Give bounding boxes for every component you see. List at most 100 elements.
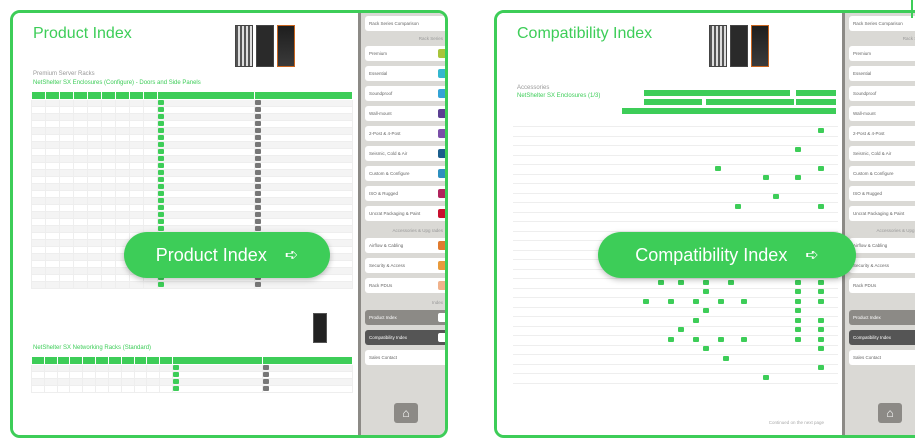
check-icon [262,386,269,391]
sidebar-item-index[interactable]: Product Index [849,310,915,325]
sidebar-item-series[interactable]: Uncrat Packaging & Paint [849,206,915,221]
compatibility-index-button[interactable]: Compatibility Index ➪ [598,232,856,278]
table-cell [86,106,102,114]
grid-row [513,374,838,384]
sidebar-item-series[interactable]: Custom & Configure [849,166,915,181]
table-cell [146,371,161,379]
table-cell [31,267,46,275]
sidebar-item-series[interactable]: Wall-mount [849,106,915,121]
section-subtitle: Premium Server Racks [33,71,95,77]
sidebar-item-rack-comparison[interactable]: Rack Series Comparison [365,16,445,31]
table-cell [31,253,46,261]
sidebar-item-accessory[interactable]: Rack PDUs [365,278,445,293]
table-cell [86,253,102,261]
table-cell [58,239,74,247]
table-cell [72,232,88,240]
table-row [31,141,353,149]
table-cell [254,148,353,156]
color-swatch [438,69,445,78]
sidebar-item-series[interactable]: Essential [849,66,915,81]
check-icon [157,191,164,196]
sidebar-item-index[interactable]: Product Index [365,310,445,325]
sidebar-item-series[interactable]: Premium [849,46,915,61]
grid-row [513,212,838,222]
sidebar-item-accessory[interactable]: Airflow & Cabling [849,238,915,253]
table-cell [254,106,353,114]
table-cell [114,134,130,142]
check-icon [255,191,262,196]
home-icon[interactable]: ⌂ [878,403,902,423]
sidebar-item-series[interactable]: Custom & Configure [365,166,445,181]
sidebar-item-contact[interactable]: Sales Contact [849,350,915,365]
sidebar-item-series[interactable]: ISO & Rugged [849,186,915,201]
sidebar-item-contact[interactable]: Sales Contact [365,350,445,365]
table-cell [44,260,60,268]
sidebar-item-accessory[interactable]: Security & Access [849,258,915,273]
check-icon [678,279,684,285]
check-icon [157,156,164,161]
sidebar-item-series[interactable]: Essential [365,66,445,81]
table-row [31,218,353,226]
table-cell [254,99,353,107]
table-cell [142,204,158,212]
table-cell [72,106,88,114]
table-cell [254,204,353,212]
index-icon [438,333,445,342]
grid-row [513,326,838,336]
table-cell [254,169,353,177]
table-cell [159,371,174,379]
sidebar-item-series[interactable]: Seismic, Cold & Air [849,146,915,161]
check-icon [255,121,262,126]
product-index-card[interactable]: Product Index Premium Server Racks NetSh… [10,10,448,438]
table-cell [100,211,116,219]
table-cell [72,127,88,135]
check-icon [741,298,747,304]
check-icon [255,177,262,182]
sidebar-item-index[interactable]: Compatibility Index [849,330,915,345]
table-cell [159,364,174,372]
sidebar-item-accessory[interactable]: Airflow & Cabling [365,238,445,253]
grid-row [513,307,838,317]
table-cell [100,99,116,107]
table-cell [114,281,130,289]
sidebar-item-series[interactable]: Seismic, Cold & Air [365,146,445,161]
sidebar-item-series[interactable]: ISO & Rugged [365,186,445,201]
table-header-cell [254,91,353,100]
product-index-button[interactable]: Product Index ➪ [124,232,330,278]
table-cell [100,134,116,142]
sidebar-item-accessory[interactable]: Security & Access [365,258,445,273]
sidebar-item-series[interactable]: 2-Post & 4-Post [849,126,915,141]
check-icon [703,279,709,285]
check-icon [255,149,262,154]
check-icon [173,372,180,377]
sidebar-item-series[interactable]: Premium [365,46,445,61]
compatibility-index-card[interactable]: Compatibility Index Accessories NetShelt… [494,10,915,438]
check-icon [157,226,164,231]
check-icon [157,212,164,217]
page-preview: Product Index Premium Server Racks NetSh… [13,13,358,435]
table-cell [86,155,102,163]
sidebar-item-series[interactable]: Wall-mount [365,106,445,121]
sidebar-item-rack-comparison[interactable]: Rack Series Comparison [849,16,915,31]
sidebar-item-accessory[interactable]: Rack PDUs [849,278,915,293]
table-cell [58,99,74,107]
table-cell [156,155,256,163]
table-cell [86,204,102,212]
sidebar-item-index[interactable]: Compatibility Index [365,330,445,345]
check-icon [255,282,262,287]
table-header-cell [128,91,144,100]
table-cell [172,364,263,372]
sidebar-item-series[interactable]: 2-Post & 4-Post [365,126,445,141]
table-header-cell [261,356,354,365]
sidebar-item-series[interactable]: Soundproof [849,86,915,101]
table-cell [86,120,102,128]
table-cell [114,232,130,240]
table-cell [100,162,116,170]
arrow-right-icon: ➪ [805,247,819,264]
index-icon [438,313,445,322]
sidebar-item-series[interactable]: Soundproof [365,86,445,101]
home-icon[interactable]: ⌂ [394,403,418,423]
table-cell [156,113,256,121]
check-icon [668,298,674,304]
sidebar-item-series[interactable]: Uncrat Packaging & Paint [365,206,445,221]
